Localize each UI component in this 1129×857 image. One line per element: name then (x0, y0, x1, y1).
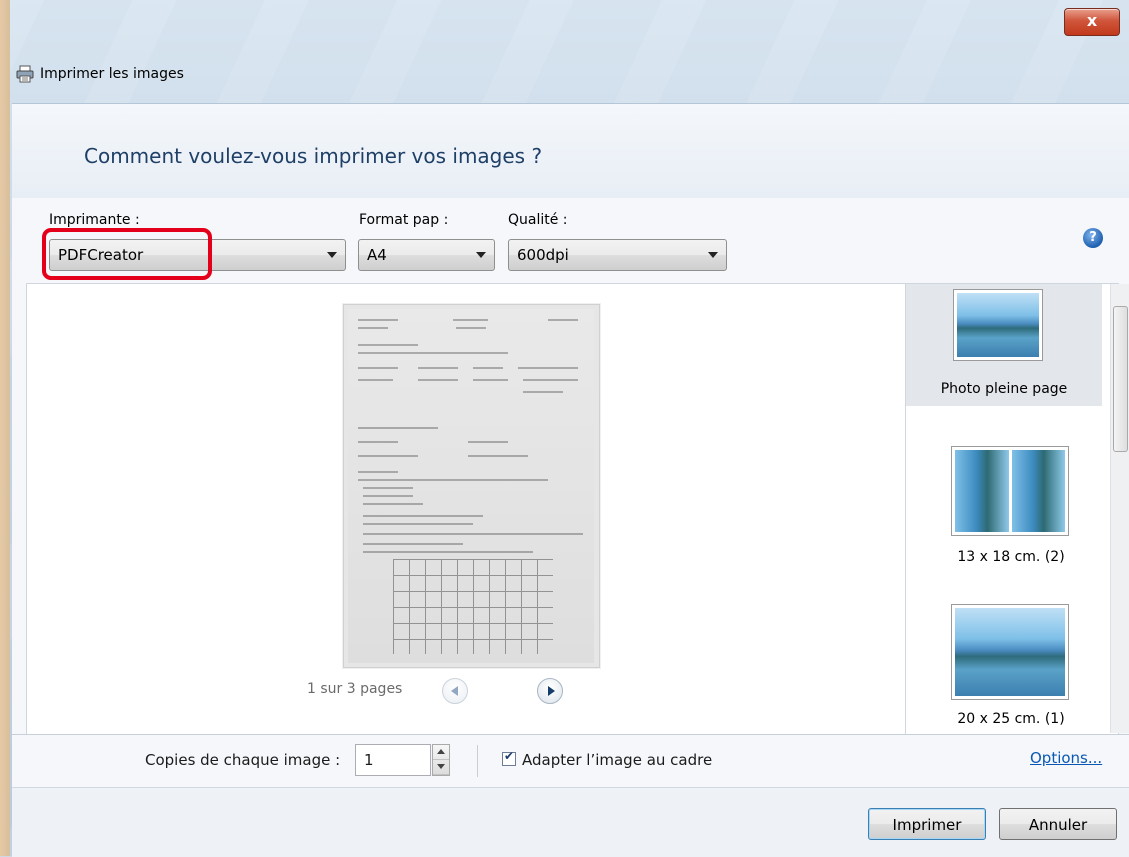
paper-format-label: Format pap : (359, 212, 449, 228)
fit-to-frame-label[interactable]: Adapter l’image au cadre (522, 751, 712, 769)
arrow-right-icon (548, 686, 555, 696)
header-band: Comment voulez-vous imprimer vos images … (12, 103, 1129, 199)
quality-label: Qualité : (508, 212, 568, 228)
layout-item[interactable]: 13 x 18 cm. (2) (906, 434, 1102, 565)
layout-label: Photo pleine page (940, 381, 1068, 397)
window-edge (0, 0, 10, 856)
fit-to-frame-checkbox[interactable] (502, 749, 516, 766)
help-icon[interactable]: ? (1083, 228, 1103, 248)
print-preview-area: 1 sur 3 pages (26, 283, 909, 735)
page-indicator: 1 sur 3 pages (307, 681, 403, 697)
options-link[interactable]: Options... (1030, 749, 1102, 767)
quality-select[interactable]: 600dpi (508, 239, 727, 271)
layout-item[interactable]: Photo pleine page (906, 284, 1102, 406)
layout-label: 13 x 18 cm. (2) (957, 549, 1065, 565)
divider (477, 745, 478, 777)
chevron-down-icon (708, 252, 718, 258)
document-scan-image (348, 309, 594, 663)
title-bar: Imprimer les images (16, 62, 184, 86)
print-button[interactable]: Imprimer (868, 808, 986, 840)
paper-format-select[interactable]: A4 (358, 239, 495, 271)
copies-label: Copies de chaque image : (145, 751, 341, 769)
quality-value: 600dpi (517, 246, 569, 264)
printer-icon (16, 65, 34, 83)
chevron-up-icon (437, 749, 445, 754)
layout-item[interactable]: 20 x 25 cm. (1) (906, 594, 1102, 734)
layout-thumbnail (951, 446, 1069, 536)
window-title: Imprimer les images (40, 66, 184, 82)
chevron-down-icon (327, 252, 337, 258)
options-bar: Copies de chaque image : 1 Adapter l’ima… (12, 734, 1129, 787)
dialog-footer: Imprimer Annuler (12, 787, 1129, 857)
paper-format-value: A4 (367, 246, 387, 264)
copies-input[interactable]: 1 (355, 744, 431, 776)
close-button[interactable]: x (1064, 8, 1120, 36)
next-page-button[interactable] (537, 678, 563, 704)
printer-label: Imprimante : (49, 212, 140, 228)
highlight-annotation (42, 228, 212, 280)
layout-list: Photo pleine page 13 x 18 cm. (2) 20 x 2… (905, 283, 1119, 735)
scrollbar-thumb[interactable] (1113, 306, 1128, 452)
arrow-left-icon (451, 686, 458, 696)
page-title: Comment voulez-vous imprimer vos images … (84, 144, 543, 168)
layout-thumbnail (951, 604, 1069, 700)
layout-thumbnail (953, 289, 1043, 361)
page-preview (343, 304, 600, 668)
layout-label: 20 x 25 cm. (1) (957, 711, 1065, 727)
copies-stepper[interactable] (432, 744, 450, 776)
chevron-down-icon (476, 252, 486, 258)
previous-page-button[interactable] (442, 678, 468, 704)
close-icon: x (1086, 11, 1098, 30)
layout-scrollbar[interactable] (1110, 284, 1129, 733)
main-panel: Imprimante : Format pap : Qualité : PDFC… (12, 198, 1129, 857)
cancel-button[interactable]: Annuler (999, 808, 1117, 840)
chevron-down-icon (437, 764, 445, 769)
